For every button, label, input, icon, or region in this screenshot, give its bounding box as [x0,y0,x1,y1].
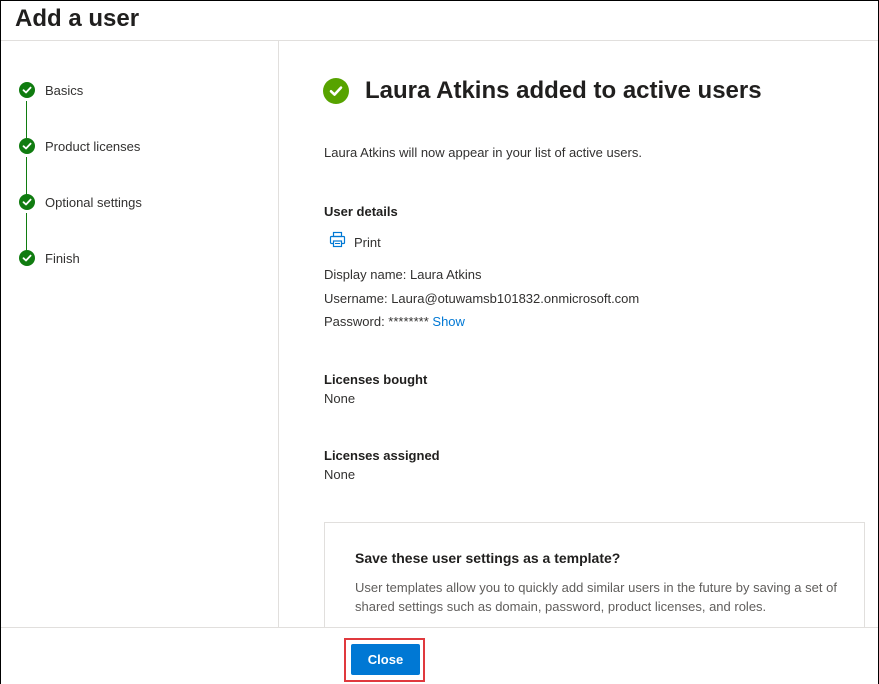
display-name: Display name: Laura Atkins [324,267,482,282]
template-card-body: User templates allow you to quickly add … [355,580,837,614]
template-card: Save these user settings as a template? … [324,522,865,627]
intro-text: Laura Atkins will now appear in your lis… [324,145,642,160]
password-value: Password: ******** [324,314,429,329]
licenses-assigned-value: None [324,467,356,482]
step-connector [26,157,27,195]
step-label: Optional settings [45,194,142,210]
main-content: Laura Atkins added to active users Laura… [279,41,878,627]
licenses-assigned-heading: Licenses assigned [324,448,440,463]
template-card-title: Save these user settings as a template? [355,550,621,566]
step-label: Basics [45,82,84,98]
step-connector [26,213,27,251]
password-row: Password: ******** Show [324,314,465,329]
step-finish[interactable]: Finish [19,248,80,268]
printer-icon [329,231,346,253]
panel-footer: Close [1,627,878,684]
checkmark-circle-icon [19,138,35,154]
print-button[interactable]: Print [329,231,381,253]
licenses-bought-value: None [324,391,356,406]
checkmark-circle-icon [19,82,35,98]
step-product-licenses[interactable]: Product licenses [19,136,140,156]
licenses-bought-heading: Licenses bought [324,372,428,387]
success-header: Laura Atkins added to active users [323,77,762,105]
page-title: Add a user [15,5,140,32]
checkmark-circle-icon [19,194,35,210]
print-label: Print [354,234,381,250]
show-password-link[interactable]: Show [432,314,465,329]
step-connector [26,101,27,139]
user-details-heading: User details [324,204,398,219]
add-user-panel: Add a user Basics Product licenses Optio… [0,0,879,684]
checkmark-circle-icon [19,250,35,266]
step-optional-settings[interactable]: Optional settings [19,192,142,212]
wizard-steps: Basics Product licenses Optional setting… [1,41,279,627]
panel-header: Add a user [1,1,878,41]
checkmark-circle-icon [323,78,349,104]
success-title: Laura Atkins added to active users [365,77,762,104]
step-basics[interactable]: Basics [19,80,83,100]
step-label: Finish [45,250,80,266]
username: Username: Laura@otuwamsb101832.onmicroso… [324,291,640,306]
step-label: Product licenses [45,138,141,154]
close-button[interactable]: Close [351,644,420,675]
